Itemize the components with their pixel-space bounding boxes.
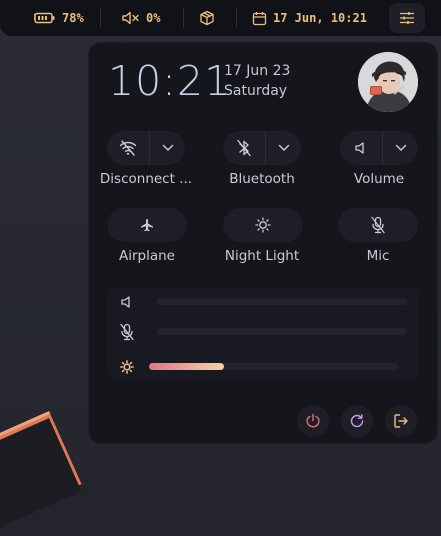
wifi-toggle-button[interactable] xyxy=(107,131,149,165)
datetime-indicator[interactable]: 17 Jun, 10:21 xyxy=(252,0,367,36)
battery-percent: 78% xyxy=(62,11,84,25)
date-label: 17 Jun 23 xyxy=(224,63,291,79)
user-avatar[interactable] xyxy=(358,52,418,112)
sliders-card xyxy=(107,287,419,379)
logout-icon xyxy=(393,413,409,429)
top-bar: 78% 0% 17 Jun, 10:21 xyxy=(0,0,441,36)
volume-icon xyxy=(354,141,368,155)
volume-toggle-button[interactable] xyxy=(340,131,382,165)
mic-slider[interactable] xyxy=(157,328,407,335)
quick-settings-panel: 10:21 17 Jun 23 Saturday Disconnect ... … xyxy=(89,43,437,443)
topbar-divider xyxy=(100,8,101,28)
bluetooth-toggle xyxy=(223,131,301,165)
restart-button[interactable] xyxy=(341,405,373,437)
package-icon xyxy=(199,10,215,26)
brightness-icon xyxy=(119,359,135,375)
volume-toggle xyxy=(340,131,418,165)
sun-icon xyxy=(255,217,271,233)
mic-slider-icon xyxy=(119,323,135,341)
bluetooth-off-icon xyxy=(236,139,252,157)
brightness-slider[interactable] xyxy=(149,363,399,370)
quick-settings-button[interactable] xyxy=(389,3,425,33)
bluetooth-label: Bluetooth xyxy=(229,171,295,187)
airplane-icon xyxy=(140,218,154,232)
wifi-toggle xyxy=(107,131,185,165)
mic-label: Mic xyxy=(366,248,390,264)
topbar-divider xyxy=(236,8,237,28)
mic-toggle[interactable] xyxy=(338,208,418,242)
battery-indicator[interactable]: 78% xyxy=(34,0,84,36)
power-button[interactable] xyxy=(297,405,329,437)
airplane-label: Airplane xyxy=(119,248,175,264)
day-label: Saturday xyxy=(224,83,288,99)
volume-percent: 0% xyxy=(146,11,161,25)
logout-button[interactable] xyxy=(385,405,417,437)
mic-off-icon xyxy=(370,216,386,234)
datetime-text: 17 Jun, 10:21 xyxy=(273,11,367,25)
volume-muted-icon xyxy=(122,11,140,25)
battery-icon xyxy=(34,12,56,24)
chevron-down-icon xyxy=(395,144,407,152)
wifi-off-icon xyxy=(119,140,137,156)
chevron-down-icon xyxy=(278,144,290,152)
wifi-expand-button[interactable] xyxy=(150,131,185,165)
topbar-divider xyxy=(183,8,184,28)
calendar-icon xyxy=(252,11,267,26)
night-light-label: Night Light xyxy=(224,248,300,264)
bluetooth-toggle-button[interactable] xyxy=(223,131,265,165)
airplane-toggle[interactable] xyxy=(107,208,187,242)
package-indicator[interactable] xyxy=(199,0,215,36)
volume-slider[interactable] xyxy=(157,298,407,305)
clock: 10:21 xyxy=(108,57,232,105)
power-icon xyxy=(305,413,321,429)
night-light-toggle[interactable] xyxy=(223,208,303,242)
sliders-icon xyxy=(399,11,415,25)
wallpaper-shape xyxy=(0,418,82,536)
volume-slider-icon xyxy=(119,294,135,310)
volume-expand-button[interactable] xyxy=(383,131,418,165)
wifi-label: Disconnect ... xyxy=(99,171,193,187)
restart-icon xyxy=(349,413,365,429)
bluetooth-expand-button[interactable] xyxy=(266,131,301,165)
volume-label: Volume xyxy=(353,171,405,187)
volume-indicator[interactable]: 0% xyxy=(122,0,160,36)
brightness-slider-fill xyxy=(149,363,224,370)
chevron-down-icon xyxy=(162,144,174,152)
